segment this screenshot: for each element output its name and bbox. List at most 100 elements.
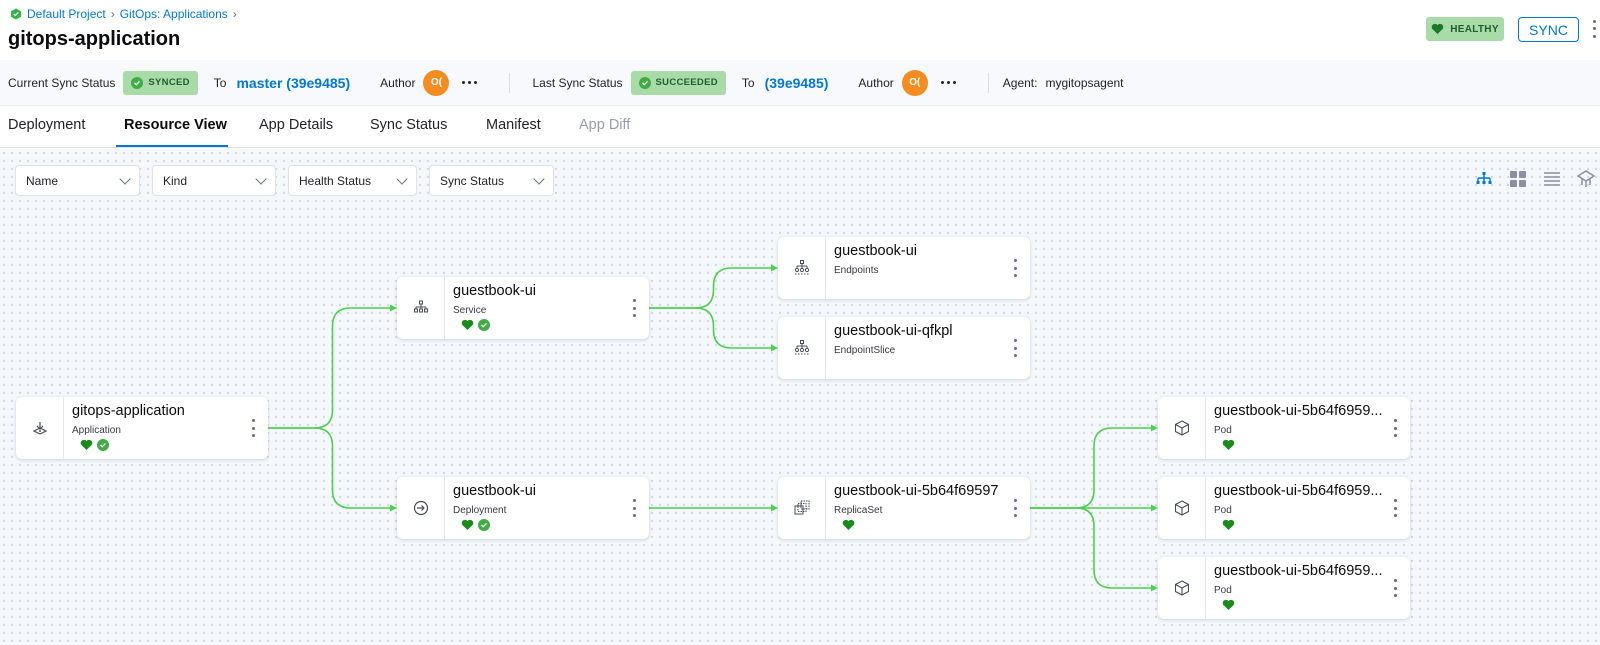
chevron-right-icon: › <box>110 7 115 21</box>
resource-status-icons <box>842 519 855 531</box>
resource-kind: Application <box>72 425 121 436</box>
agent-value: mygitopsagent <box>1045 75 1124 90</box>
synced-check-icon <box>97 439 109 451</box>
breadcrumb-project-link[interactable]: Default Project <box>27 7 106 21</box>
edge-arrow <box>1151 584 1158 592</box>
last-sync-status: SUCCEEDED <box>655 77 718 88</box>
resource-status-icons <box>1222 439 1235 451</box>
node-more-icon[interactable] <box>631 299 637 317</box>
to-label: To <box>213 75 227 90</box>
edge-arrow <box>390 304 397 312</box>
pod-icon <box>1174 580 1189 596</box>
resource-kind: Pod <box>1214 505 1232 516</box>
resource-node-rs[interactable]: guestbook-ui-5b64f69597 ReplicaSet <box>778 477 1030 539</box>
sync-button[interactable]: SYNC <box>1518 17 1579 42</box>
resource-node-pod3[interactable]: guestbook-ui-5b64f6959... Pod <box>1158 557 1410 619</box>
resource-status-icons <box>1222 519 1235 531</box>
heart-icon <box>1222 519 1235 530</box>
tab-resource-view[interactable]: Resource View <box>124 117 227 133</box>
resource-node-app[interactable]: gitops-application Application <box>16 397 268 459</box>
current-sync-status: SYNCED <box>148 77 190 88</box>
resource-status-icons <box>80 439 109 451</box>
to-label: To <box>741 75 755 90</box>
edge-arrow <box>390 504 397 512</box>
resource-kind: Pod <box>1214 585 1232 596</box>
last-sync-badge: SUCCEEDED <box>630 70 726 95</box>
resource-node-dep[interactable]: guestbook-ui Deployment <box>397 477 649 539</box>
pod-icon <box>1174 500 1189 516</box>
tab-app-details[interactable]: App Details <box>259 117 333 133</box>
tab-app-diff[interactable]: App Diff <box>579 117 630 133</box>
author-label: Author <box>380 75 416 90</box>
service-icon <box>413 300 428 313</box>
tab-sync-status[interactable]: Sync Status <box>370 117 447 133</box>
resource-node-eps[interactable]: guestbook-ui-qfkpl EndpointSlice <box>778 317 1030 379</box>
edge-svc-ep <box>649 267 772 309</box>
replicaset-icon <box>794 500 809 515</box>
resource-status-icons <box>461 519 490 531</box>
resource-name: guestbook-ui <box>453 283 537 299</box>
current-sync-label: Current Sync Status <box>8 75 116 90</box>
divider <box>987 72 989 93</box>
heart-icon <box>1222 599 1235 610</box>
node-more-icon[interactable] <box>1012 499 1018 517</box>
heart-icon <box>461 519 474 530</box>
health-status-label: HEALTHY <box>1450 23 1499 35</box>
resource-name: guestbook-ui <box>453 483 537 499</box>
tab-deployment[interactable]: Deployment <box>8 117 85 133</box>
tab-bar: Deployment Resource View App Details Syn… <box>0 106 1600 148</box>
resource-name: guestbook-ui-5b64f69597 <box>834 483 999 499</box>
resource-kind: Endpoints <box>834 265 879 276</box>
node-more-icon[interactable] <box>1392 499 1398 517</box>
page-title: gitops-application <box>8 28 181 50</box>
resource-node-ep[interactable]: guestbook-ui Endpoints <box>778 237 1030 299</box>
check-circle-icon <box>131 76 144 89</box>
active-tab-indicator <box>116 145 228 147</box>
resource-graph-canvas[interactable]: Name Kind Health Status Sync Status gito… <box>0 149 1600 645</box>
node-more-icon[interactable] <box>631 499 637 517</box>
divider <box>509 72 511 93</box>
node-more-icon[interactable] <box>250 419 256 437</box>
resource-name: guestbook-ui-qfkpl <box>834 323 953 339</box>
author-label: Author <box>858 75 894 90</box>
chevron-right-icon: › <box>232 7 237 21</box>
tab-manifest[interactable]: Manifest <box>486 117 541 133</box>
agent-label: Agent: <box>1002 75 1038 90</box>
author-avatar: O( <box>423 69 450 96</box>
endpointslice-icon <box>794 340 809 355</box>
last-revision-link[interactable]: (39e9485) <box>765 75 829 91</box>
resource-status-icons <box>461 319 490 331</box>
resource-name: gitops-application <box>72 403 185 419</box>
node-more-icon[interactable] <box>1012 339 1018 357</box>
resource-node-svc[interactable]: guestbook-ui Service <box>397 277 649 339</box>
deployment-icon <box>413 500 428 516</box>
edge-arrow <box>771 504 778 512</box>
edge-arrow <box>1151 504 1158 512</box>
resource-kind: Pod <box>1214 425 1232 436</box>
heart-icon <box>461 319 474 330</box>
resource-name: guestbook-ui-5b64f6959... <box>1214 483 1383 499</box>
node-more-icon[interactable] <box>1392 419 1398 437</box>
application-icon <box>32 422 47 435</box>
node-more-icon[interactable] <box>1392 579 1398 597</box>
edge-app-dep <box>268 427 391 509</box>
edge-arrow <box>1151 424 1158 432</box>
check-circle-icon <box>638 76 651 89</box>
author-more-icon[interactable] <box>937 77 960 88</box>
resource-node-pod1[interactable]: guestbook-ui-5b64f6959... Pod <box>1158 397 1410 459</box>
synced-check-icon <box>478 319 490 331</box>
more-options-icon[interactable] <box>1590 18 1598 40</box>
resource-name: guestbook-ui-5b64f6959... <box>1214 563 1383 579</box>
node-more-icon[interactable] <box>1012 259 1018 277</box>
resource-node-pod2[interactable]: guestbook-ui-5b64f6959... Pod <box>1158 477 1410 539</box>
endpoints-icon <box>794 260 809 275</box>
resource-name: guestbook-ui <box>834 243 918 259</box>
pod-icon <box>1174 420 1189 436</box>
breadcrumb-applications-link[interactable]: GitOps: Applications <box>120 7 228 21</box>
current-revision-link[interactable]: master (39e9485) <box>236 75 350 91</box>
heart-icon <box>1431 23 1444 34</box>
author-more-icon[interactable] <box>458 77 481 88</box>
edge-rs-pod1 <box>1030 427 1152 509</box>
resource-kind: EndpointSlice <box>834 345 896 356</box>
edge-svc-eps <box>649 307 772 349</box>
